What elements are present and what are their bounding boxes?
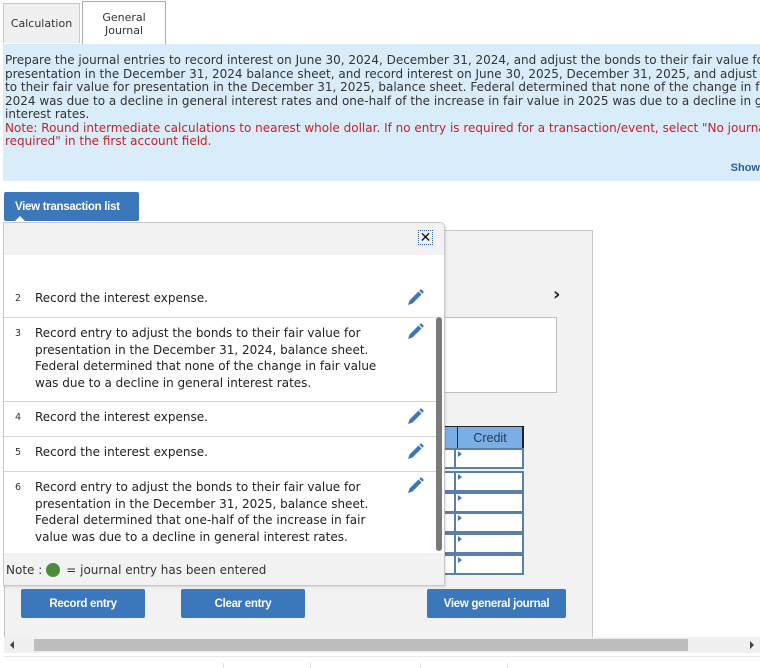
credit-cell[interactable] [458,535,522,552]
list-item-text: Record the interest expense. [35,291,208,305]
list-item-number: 2 [15,293,22,304]
list-item-text: Record the interest expense. [35,445,208,459]
horizontal-scrollbar[interactable] [4,637,760,653]
credit-cell[interactable] [458,556,522,573]
show-link[interactable]: Show [731,162,760,174]
instruction-line: interest rates. [5,107,90,121]
grid-row [440,512,524,533]
grid-row [440,448,524,469]
list-item[interactable]: 5 Record the interest expense. [4,437,436,472]
list-item-text: Record entry to adjust the bonds to thei… [35,326,377,390]
tab-calculation-label: Calculation [10,17,73,30]
divider [310,663,311,668]
instructions-panel: Prepare the journal entries to record in… [3,44,760,181]
popup-header: ✕ [4,223,444,255]
tab-calculation[interactable]: Calculation [3,3,80,43]
divider [223,663,224,668]
clear-entry-label: Clear entry [214,597,272,610]
credit-column-header: Credit [457,427,522,448]
tab-general-journal-label: General Journal [102,10,146,37]
view-transaction-list-label: View transaction list [15,200,120,213]
credit-cell[interactable] [458,494,522,511]
grid-row [440,492,524,513]
scroll-left-icon[interactable] [10,641,14,649]
clear-entry-button[interactable]: Clear entry [181,589,305,618]
divider [4,656,760,657]
list-item[interactable]: 2 Record the interest expense. [4,283,436,318]
list-item[interactable]: 6 Record entry to adjust the bonds to th… [4,472,436,553]
note-suffix: = journal entry has been entered [66,563,267,577]
scroll-right-icon[interactable] [750,641,754,649]
list-item-number: 3 [15,328,22,339]
transaction-list-popup: ✕ 2 Record the interest expense. 3 Recor… [3,222,445,586]
credit-cell[interactable] [458,450,522,467]
view-general-journal-label: View general journal [443,597,550,610]
grid-row [440,533,524,554]
view-transaction-list-button[interactable]: View transaction list [4,192,139,222]
list-item-number: 4 [15,412,22,423]
instruction-note: required" in the first account field. [5,134,212,148]
view-general-journal-button[interactable]: View general journal [427,589,566,618]
pencil-icon[interactable] [405,442,425,462]
list-item-text: Record entry to adjust the bonds to thei… [35,480,369,544]
record-entry-label: Record entry [49,597,117,610]
list-item-number: 6 [15,482,22,493]
instruction-line: Prepare the journal entries to record in… [5,53,760,67]
tab-bar: Calculation General Journal [0,0,760,45]
instruction-line: to their fair value for presentation in … [5,80,760,94]
close-icon[interactable]: ✕ [418,230,433,245]
instruction-note: Note: Round intermediate calculations to… [5,120,760,135]
chevron-right-icon[interactable]: › [553,284,560,305]
record-entry-button[interactable]: Record entry [21,589,145,618]
instruction-line: 2024 was due to a decline in general int… [5,93,760,108]
credit-cell[interactable] [458,514,522,531]
divider [420,663,421,668]
credit-cell[interactable] [458,473,522,490]
pencil-icon[interactable] [405,476,425,496]
pencil-icon[interactable] [405,407,425,427]
grid-row [440,471,524,492]
journal-entry-description-box [435,317,557,393]
list-item-text: Record the interest expense. [35,410,208,424]
pencil-icon[interactable] [405,288,425,308]
note-prefix: Note : [6,563,43,577]
divider [507,663,508,668]
instruction-line: presentation in the December 31, 2024 ba… [5,66,760,81]
tab-general-journal[interactable]: General Journal [82,1,166,45]
list-scrollbar[interactable] [436,317,442,551]
list-item[interactable]: 4 Record the interest expense. [4,402,436,437]
pencil-icon[interactable] [405,322,425,342]
list-item[interactable]: 3 Record entry to adjust the bonds to th… [4,318,436,402]
list-item-number: 5 [15,447,22,458]
grid-header: Credit [440,426,524,449]
popup-note: Note : = journal entry has been entered [4,553,444,585]
grid-row [440,554,524,575]
entered-indicator-icon [46,563,61,577]
horizontal-scroll-thumb[interactable] [34,639,688,651]
